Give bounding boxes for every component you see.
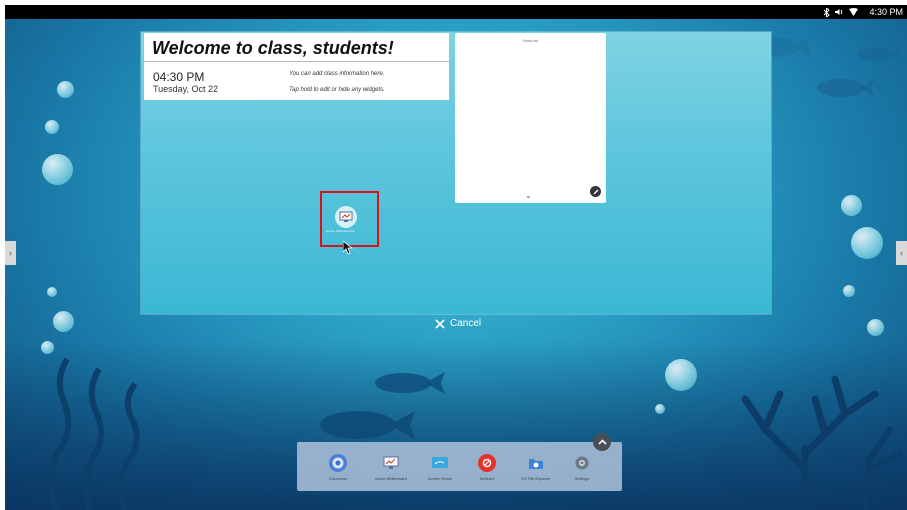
divider <box>144 61 449 62</box>
home-screen-preview: Welcome to class, students! 04:30 PM Tue… <box>141 32 771 314</box>
screen-share-icon <box>431 454 449 472</box>
bubble <box>53 311 74 332</box>
sphere-icon <box>478 454 496 472</box>
status-bar: 4:30 PM <box>5 5 907 19</box>
welcome-title: Welcome to class, students! <box>152 38 394 58</box>
chromium-icon <box>329 454 347 472</box>
bubble <box>665 359 697 391</box>
clock-date: Tuesday, Oct 22 <box>153 84 219 94</box>
mouse-cursor-icon <box>343 241 353 255</box>
dock-item-label: Chromium <box>328 476 348 481</box>
bubble <box>57 81 74 98</box>
status-time: 4:30 PM <box>869 7 903 17</box>
info-text: You can add class information here. <box>289 71 385 77</box>
fish-silhouette <box>375 372 445 394</box>
bubble <box>45 120 59 134</box>
dock-item-sphere2[interactable]: Sphere2 <box>464 454 510 481</box>
file-explorer-icon <box>527 454 545 472</box>
fish-silhouette <box>320 411 415 439</box>
dock-item-label: Settings <box>574 476 590 481</box>
clock-time: 04:30 PM <box>153 70 205 84</box>
dock-item-label: Annie Whiteboard <box>375 476 407 481</box>
edit-icon[interactable] <box>590 186 601 197</box>
welcome-widget[interactable]: Welcome to class, students! 04:30 PM Tue… <box>144 33 449 100</box>
dock-item-settings[interactable]: Settings <box>559 454 605 481</box>
bubble <box>843 285 855 297</box>
dock-item-screen-share[interactable]: Screen Share <box>417 454 463 481</box>
dock-item-es-file-explorer[interactable]: ES File Explorer <box>513 454 559 481</box>
dock-expand-button[interactable] <box>593 433 611 451</box>
fish-silhouette <box>857 46 902 62</box>
hint-text: Tap hold to edit or hide any widgets. <box>289 87 385 93</box>
dock-item-annie-whiteboard[interactable]: Annie Whiteboard <box>368 454 414 481</box>
dock-item-chromium[interactable]: Chromium <box>315 454 361 481</box>
app-dock: Chromium Annie Whiteboard Screen Share S… <box>297 442 622 491</box>
chevron-up-icon <box>597 439 607 445</box>
close-icon <box>435 318 445 329</box>
bubble <box>655 404 665 414</box>
cancel-button[interactable]: Cancel <box>435 318 481 329</box>
home-screen: Welcome to class, students! 04:30 PM Tue… <box>5 19 907 510</box>
wifi-icon <box>849 8 859 16</box>
coral-right <box>741 375 903 510</box>
bubble <box>47 287 57 297</box>
dock-item-label: Sphere2 <box>479 476 495 481</box>
bubble <box>841 195 862 216</box>
dock-item-label: Screen Share <box>427 476 453 481</box>
volume-icon <box>835 9 843 15</box>
seaweed-left <box>48 357 140 510</box>
bubble <box>867 319 884 336</box>
fish-silhouette <box>817 78 875 98</box>
highlight-box <box>320 191 379 247</box>
settings-icon <box>573 454 591 472</box>
chevron-down-icon[interactable]: ⌄ <box>525 191 532 200</box>
left-panel-tab[interactable]: › <box>5 241 16 265</box>
bubble <box>851 227 883 259</box>
bubble <box>42 154 73 185</box>
dock-item-label: ES File Explorer <box>521 476 551 481</box>
bluetooth-icon <box>824 7 831 17</box>
notepad-widget[interactable]: Notepad ⌄ <box>455 33 606 203</box>
right-panel-tab[interactable]: ‹ <box>896 241 907 265</box>
notepad-title: Notepad <box>522 38 539 43</box>
cancel-label: Cancel <box>450 318 482 329</box>
whiteboard-icon <box>382 454 400 472</box>
